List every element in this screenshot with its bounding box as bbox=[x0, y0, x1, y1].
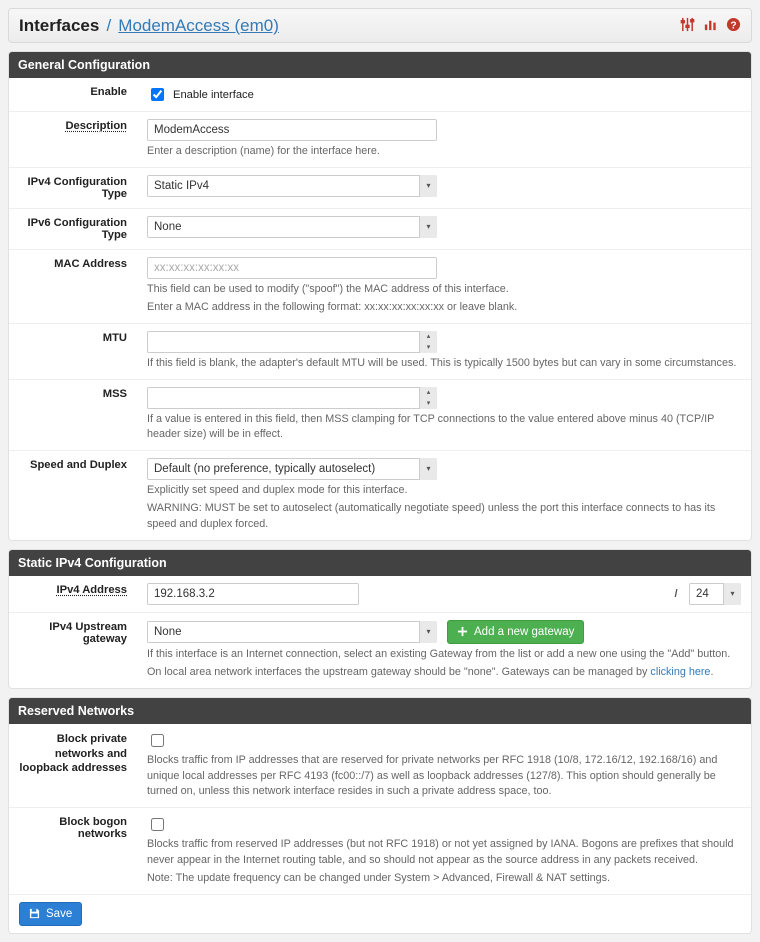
gateways-link[interactable]: clicking here bbox=[650, 666, 710, 678]
label-ipv6type: IPv6 Configuration Type bbox=[9, 209, 137, 249]
block-private-checkbox[interactable] bbox=[151, 734, 164, 747]
label-ipv4type: IPv4 Configuration Type bbox=[9, 168, 137, 208]
speed-help2: WARNING: MUST be set to autoselect (auto… bbox=[147, 501, 741, 532]
help-icon[interactable]: ? bbox=[726, 17, 741, 35]
panel-reserved: Reserved Networks Block private networks… bbox=[8, 697, 752, 934]
label-mac: MAC Address bbox=[9, 250, 137, 323]
enable-checkbox[interactable] bbox=[151, 88, 164, 101]
add-gateway-button[interactable]: Add a new gateway bbox=[447, 620, 584, 644]
block-private-help: Blocks traffic from IP addresses that ar… bbox=[147, 753, 741, 800]
breadcrumb-root: Interfaces bbox=[19, 16, 99, 35]
label-mtu: MTU bbox=[9, 324, 137, 379]
block-bogon-help1: Blocks traffic from reserved IP addresse… bbox=[147, 837, 741, 868]
mtu-help: If this field is blank, the adapter's de… bbox=[147, 356, 741, 372]
mss-input[interactable] bbox=[147, 387, 437, 409]
panel-general: General Configuration Enable Enable inte… bbox=[8, 51, 752, 541]
svg-text:?: ? bbox=[730, 20, 736, 31]
mac-help1: This field can be used to modify ("spoof… bbox=[147, 282, 741, 298]
label-block-private: Block private networks and loopback addr… bbox=[9, 724, 137, 807]
label-ipv4-address: IPv4 Address bbox=[57, 584, 127, 596]
sliders-icon[interactable] bbox=[680, 17, 695, 35]
label-block-bogon: Block bogon networks bbox=[9, 808, 137, 894]
description-input[interactable] bbox=[147, 119, 437, 141]
cidr-slash: / bbox=[669, 588, 683, 600]
save-label: Save bbox=[46, 908, 72, 920]
add-gateway-label: Add a new gateway bbox=[474, 626, 574, 638]
panel-static-ipv4: Static IPv4 Configuration IPv4 Address /… bbox=[8, 549, 752, 689]
label-enable: Enable bbox=[9, 78, 137, 111]
panel-reserved-title: Reserved Networks bbox=[9, 698, 751, 724]
gateway-help2: On local area network interfaces the ups… bbox=[147, 665, 741, 681]
mtu-input[interactable] bbox=[147, 331, 437, 353]
plus-icon bbox=[457, 626, 468, 637]
label-mss: MSS bbox=[9, 380, 137, 450]
label-description: Description bbox=[65, 120, 127, 132]
description-help: Enter a description (name) for the inter… bbox=[147, 144, 741, 160]
mss-help: If a value is entered in this field, the… bbox=[147, 412, 741, 443]
enable-checkbox-label: Enable interface bbox=[173, 89, 254, 101]
cidr-select[interactable]: 24 bbox=[689, 583, 741, 605]
chart-icon[interactable] bbox=[703, 17, 718, 35]
save-button[interactable]: Save bbox=[19, 902, 82, 926]
gateway-help1: If this interface is an Internet connect… bbox=[147, 647, 741, 663]
block-bogon-checkbox[interactable] bbox=[151, 818, 164, 831]
ipv4-address-input[interactable] bbox=[147, 583, 359, 605]
breadcrumb-leaf[interactable]: ModemAccess (em0) bbox=[118, 16, 279, 35]
breadcrumb: Interfaces / ModemAccess (em0) bbox=[19, 16, 279, 36]
panel-static-ipv4-title: Static IPv4 Configuration bbox=[9, 550, 751, 576]
speed-select[interactable]: Default (no preference, typically autose… bbox=[147, 458, 437, 480]
label-speed: Speed and Duplex bbox=[9, 451, 137, 540]
page-header: Interfaces / ModemAccess (em0) ? bbox=[8, 8, 752, 43]
gateway-select[interactable]: None bbox=[147, 621, 437, 643]
label-upstream-gw: IPv4 Upstream gateway bbox=[9, 613, 137, 688]
mac-help2: Enter a MAC address in the following for… bbox=[147, 300, 741, 316]
speed-help1: Explicitly set speed and duplex mode for… bbox=[147, 483, 741, 499]
breadcrumb-sep: / bbox=[102, 16, 115, 35]
panel-general-title: General Configuration bbox=[9, 52, 751, 78]
mac-input[interactable] bbox=[147, 257, 437, 279]
save-icon bbox=[29, 908, 40, 919]
ipv6type-select[interactable]: None bbox=[147, 216, 437, 238]
ipv4type-select[interactable]: Static IPv4 bbox=[147, 175, 437, 197]
block-bogon-help2: Note: The update frequency can be change… bbox=[147, 871, 741, 887]
enable-checkbox-row[interactable]: Enable interface bbox=[147, 85, 741, 104]
